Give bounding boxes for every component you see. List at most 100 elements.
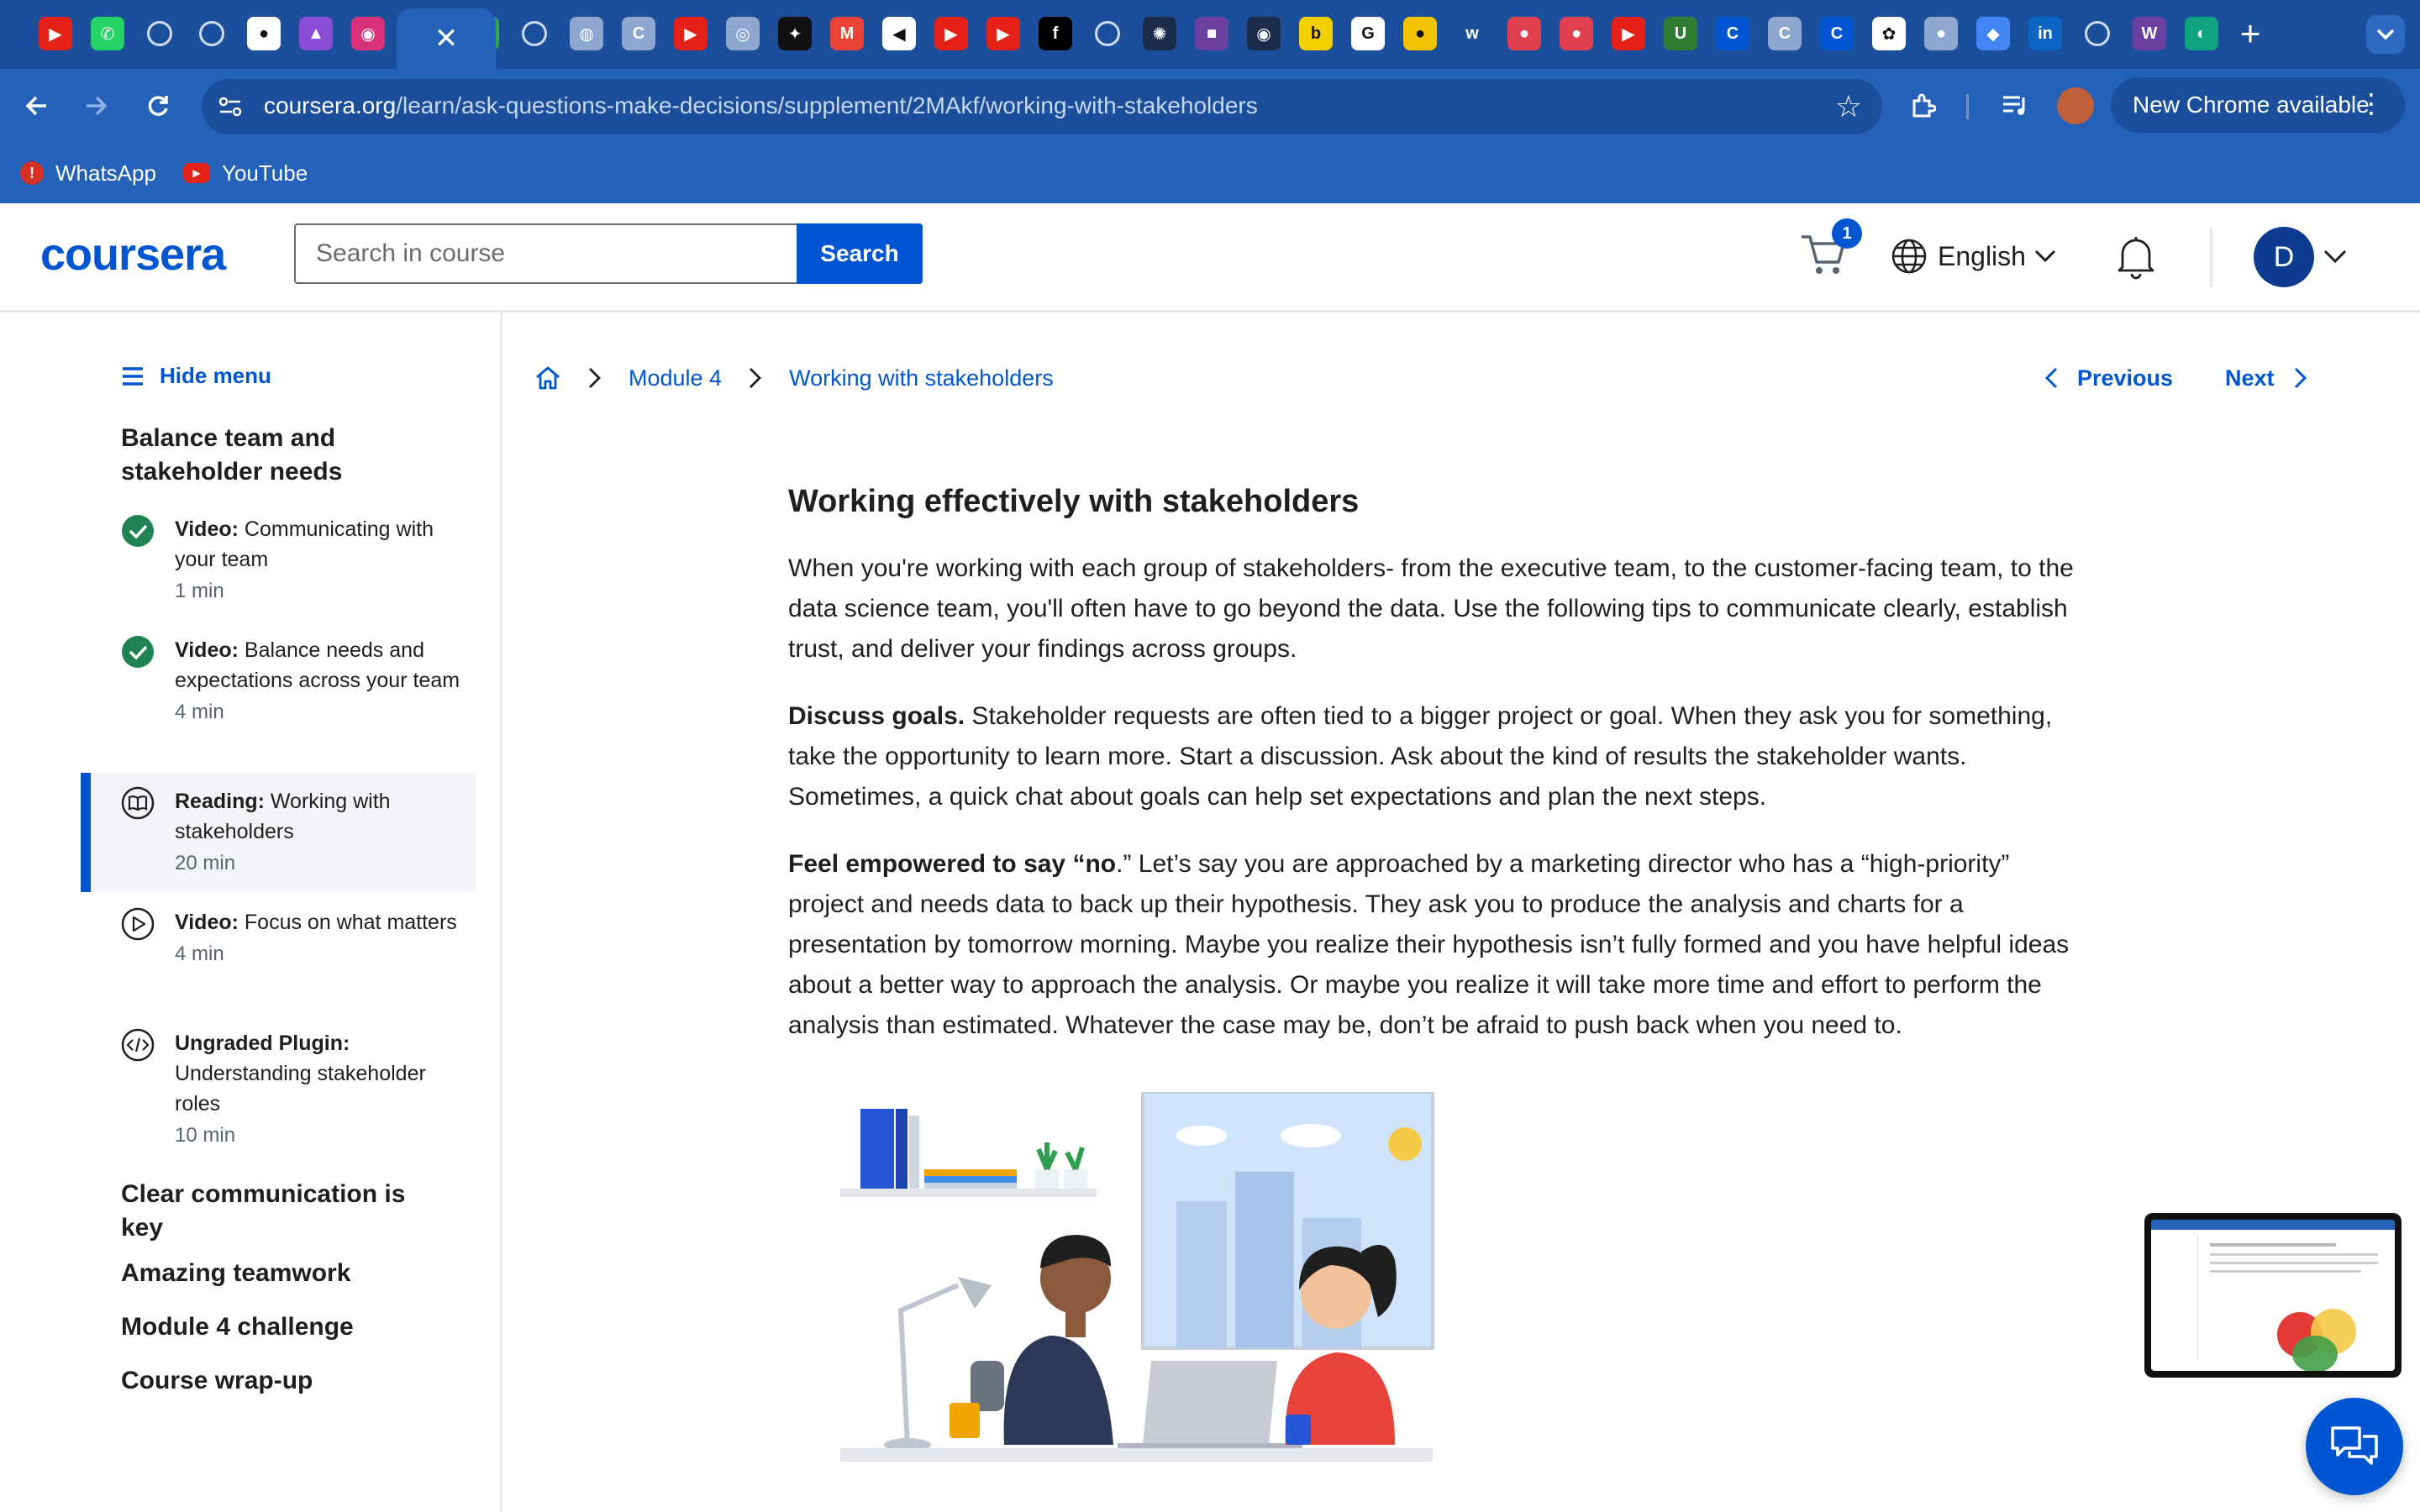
address-bar[interactable]: coursera.org/learn/ask-questions-make-de… (202, 79, 1882, 134)
media-controls-icon[interactable] (1996, 87, 2033, 124)
bookmark-whatsapp[interactable]: ! WhatsApp (20, 158, 156, 188)
youtube-icon[interactable]: ▶ (934, 17, 968, 50)
coursera-icon[interactable]: C (1820, 17, 1854, 50)
app-icon[interactable]: w (1455, 17, 1489, 50)
app-icon[interactable]: ▲ (299, 17, 333, 50)
chrome-profile-avatar[interactable] (2057, 87, 2094, 124)
previous-button[interactable]: Previous (2044, 361, 2173, 395)
hide-menu-button[interactable]: Hide menu (121, 363, 271, 389)
forward-button[interactable] (76, 86, 116, 126)
chevron-right-icon (750, 368, 762, 388)
picture-in-picture-window[interactable] (2144, 1213, 2402, 1378)
home-icon[interactable] (534, 365, 561, 391)
chatgpt-icon[interactable]: ✿ (1872, 17, 1906, 50)
article-paragraph: Feel empowered to say “no.” Let’s say yo… (788, 844, 2082, 1046)
lesson-duration: 10 min (175, 1124, 236, 1147)
lesson-item[interactable]: Video: Communicating with your team 1 mi… (81, 514, 476, 603)
lesson-item-current[interactable]: Reading: Working with stakeholders 20 mi… (81, 786, 476, 875)
loading-icon[interactable] (518, 17, 551, 50)
lesson-item[interactable]: Video: Balance needs and expectations ac… (81, 635, 476, 724)
module-link[interactable]: Clear communication is key (121, 1178, 440, 1245)
maps-icon[interactable]: ◆ (1976, 17, 2010, 50)
previous-label: Previous (2077, 365, 2174, 391)
active-tab[interactable]: ✕ (397, 8, 496, 69)
stakeholders-illustration (840, 1092, 1434, 1462)
app-icon[interactable]: W (2133, 17, 2166, 50)
loading-icon[interactable] (1091, 17, 1124, 50)
youtube-icon[interactable]: ▶ (1612, 17, 1645, 50)
app-icon[interactable]: ● (1560, 17, 1593, 50)
browser-tab-strip: ▶✆●▲◉+◍C▶◎✦M◀▶▶f✺■◉bG●w●●▶UCCC✿●◆inW◐ ✕ … (0, 0, 2420, 69)
loading-icon[interactable] (143, 17, 176, 50)
chevron-down-icon (2034, 249, 2056, 263)
language-selector[interactable]: English (1891, 235, 2056, 277)
app-icon[interactable]: ● (1507, 17, 1541, 50)
whatsapp-icon[interactable]: ✆ (91, 17, 124, 50)
back-button[interactable] (17, 86, 57, 126)
coursera-logo[interactable]: coursera (40, 228, 226, 281)
chevron-down-icon[interactable] (2323, 244, 2348, 269)
article-heading: Working effectively with stakeholders (788, 484, 1360, 519)
header-divider (2210, 228, 2212, 287)
linkedin-icon[interactable]: in (2028, 17, 2062, 50)
breadcrumb-current-page[interactable]: Working with stakeholders (789, 365, 1054, 391)
lesson-item[interactable]: Video: Focus on what matters 4 min (81, 907, 476, 966)
loading-icon[interactable] (195, 17, 229, 50)
search-button[interactable]: Search (797, 223, 923, 284)
user-avatar[interactable]: D (2254, 227, 2314, 287)
site-info-icon[interactable] (213, 90, 247, 123)
app-icon[interactable]: f (1039, 17, 1072, 50)
next-button[interactable]: Next (2225, 361, 2308, 395)
reading-book-icon (121, 786, 155, 820)
app-icon[interactable]: ◎ (726, 17, 760, 50)
app-icon[interactable]: ◐ (2185, 17, 2218, 50)
lesson-title: Ungraded Plugin: Understanding stakeholde… (175, 1028, 476, 1119)
bookmark-youtube[interactable]: ▶ YouTube (183, 158, 308, 188)
google-icon[interactable]: G (1351, 17, 1385, 50)
app-icon[interactable]: ■ (1195, 17, 1228, 50)
bookmark-star-icon[interactable]: ☆ (1835, 89, 1862, 124)
app-icon[interactable]: ✺ (1143, 17, 1176, 50)
speaker-icon[interactable]: ◀ (882, 17, 916, 50)
chrome-update-button[interactable]: New Chrome available ⋮ (2111, 77, 2405, 133)
github-icon[interactable]: ● (247, 17, 281, 50)
gmail-icon[interactable]: M (830, 17, 864, 50)
app-icon[interactable]: ◉ (351, 17, 385, 50)
module-link[interactable]: Amazing teamwork (121, 1257, 440, 1290)
paragraph-text: Stakeholder requests are often tied to a… (788, 702, 2053, 811)
youtube-icon[interactable]: ▶ (986, 17, 1020, 50)
app-icon[interactable]: ✦ (778, 17, 812, 50)
app-icon[interactable]: b (1299, 17, 1333, 50)
chat-support-button[interactable] (2306, 1398, 2403, 1495)
course-sidebar: Hide menu Balance team and stakeholder n… (0, 312, 502, 1512)
coursera-icon[interactable]: C (1768, 17, 1802, 50)
paragraph-lead: Feel empowered to say “no (788, 850, 1117, 878)
notifications-bell-icon[interactable] (2114, 234, 2158, 281)
youtube-icon[interactable]: ▶ (674, 17, 708, 50)
breadcrumb-module-link[interactable]: Module 4 (629, 365, 722, 391)
coursera-icon[interactable]: C (1716, 17, 1749, 50)
new-tab-button[interactable]: + (2232, 15, 2269, 52)
lesson-item[interactable]: Ungraded Plugin: Understanding stakeholde… (81, 1028, 476, 1147)
module-link[interactable]: Module 4 challenge (121, 1310, 440, 1344)
close-tab-icon[interactable]: ✕ (434, 22, 459, 55)
tab-search-button[interactable] (2366, 15, 2405, 54)
lesson-name: Focus on what matters (244, 911, 457, 934)
youtube-icon[interactable]: ▶ (39, 17, 72, 50)
app-icon[interactable]: ◉ (1247, 17, 1281, 50)
hamburger-icon (123, 366, 143, 386)
app-icon[interactable]: U (1664, 17, 1697, 50)
loading-icon[interactable] (2081, 17, 2114, 50)
play-circle-icon (121, 907, 155, 941)
extensions-icon[interactable] (1904, 87, 1941, 124)
course-search-input[interactable] (294, 223, 798, 284)
section-title[interactable]: Balance team and stakeholder needs (121, 422, 440, 489)
pip-preview (2151, 1220, 2395, 1371)
lesson-type: Reading: (175, 790, 265, 813)
reload-button[interactable] (138, 86, 178, 126)
app-icon[interactable]: ● (1403, 17, 1437, 50)
module-link[interactable]: Course wrap-up (121, 1364, 440, 1398)
github-icon[interactable]: ● (1924, 17, 1958, 50)
globe-icon[interactable]: ◍ (570, 17, 603, 50)
coursera-icon[interactable]: C (622, 17, 655, 50)
